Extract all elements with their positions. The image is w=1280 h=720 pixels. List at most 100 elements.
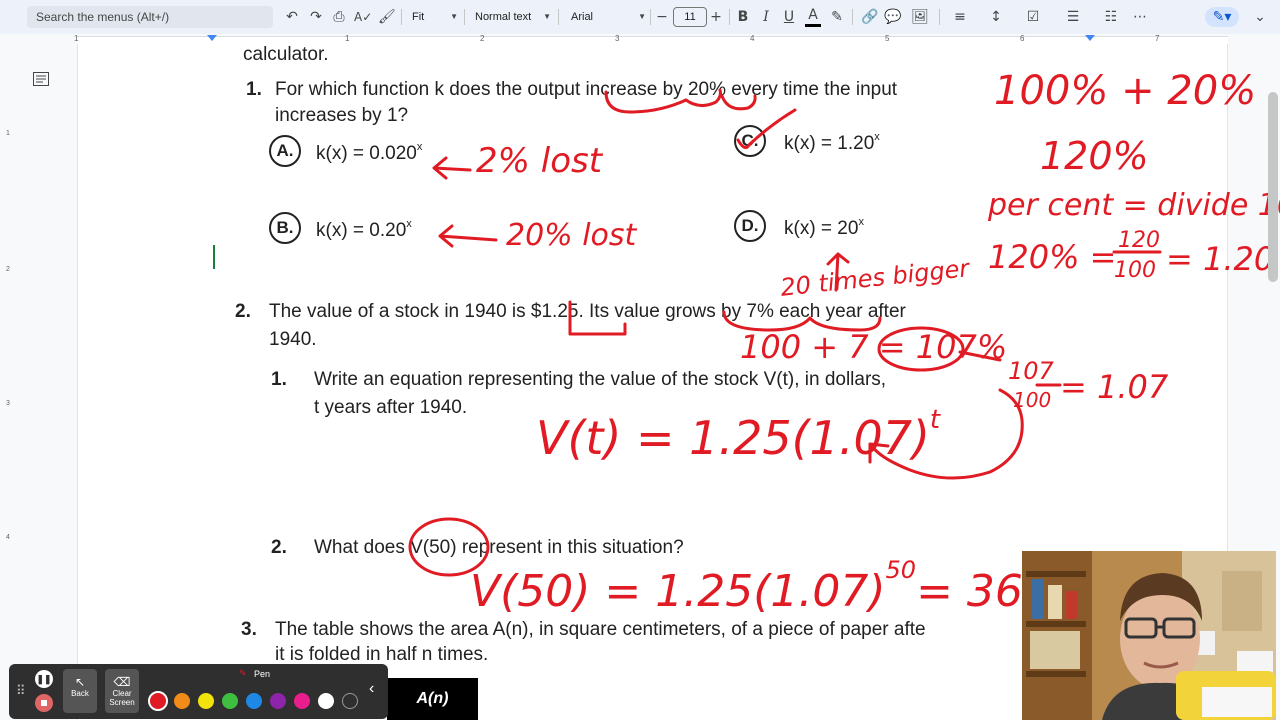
toolbar-divider <box>852 9 853 25</box>
clear-screen-label: Clear Screen <box>109 689 135 707</box>
right-indent-marker-icon[interactable] <box>1085 34 1095 44</box>
vruler-number: 2 <box>6 266 10 273</box>
choice-letter: A. <box>269 135 301 167</box>
comment-icon[interactable]: 💬 <box>884 7 901 27</box>
equation-text: V(t) = 1.25(1.07) <box>536 411 930 465</box>
formula-text: k(x) = 20 <box>784 218 859 239</box>
vruler-number: 3 <box>6 400 10 407</box>
text-cursor <box>213 245 215 269</box>
ruler-number: 6 <box>1020 34 1025 43</box>
color-swatch-white[interactable] <box>318 693 334 709</box>
question-number: 2. <box>235 301 251 322</box>
color-swatch-blue[interactable] <box>246 693 262 709</box>
toolbar-divider <box>939 9 940 25</box>
handwritten-fraction-numerator: 120 <box>1118 228 1160 253</box>
numbered-list-icon[interactable]: ☷ <box>1096 7 1126 27</box>
handwritten-note: 120% <box>1040 134 1149 178</box>
handwritten-fraction-denominator: 100 <box>1013 388 1052 412</box>
formula-text: k(x) = 0.20 <box>316 220 407 241</box>
paragraph-style-dropdown[interactable]: Normal text ▼ <box>475 7 551 27</box>
equation-exponent: 50 <box>885 556 917 584</box>
color-swatch-yellow[interactable] <box>198 693 214 709</box>
bulleted-list-icon[interactable]: ☰ <box>1058 7 1088 27</box>
hide-menus-icon[interactable]: ⌄ <box>1252 7 1268 27</box>
toolbar-divider <box>650 9 651 25</box>
ruler-number: 2 <box>480 34 485 43</box>
subpart-number: 2. <box>271 537 287 558</box>
screen: Search the menus (Alt+/) ↶ ↷ ⎙ A✓ 🖌 Fit ▼… <box>0 0 1280 720</box>
zoom-dropdown[interactable]: Fit ▼ <box>412 7 458 27</box>
vertical-ruler: 1 2 3 4 <box>0 44 18 720</box>
horizontal-ruler[interactable]: 1 1 2 3 4 5 6 7 <box>0 34 1280 44</box>
question-text: For which function k does the output inc… <box>275 79 898 100</box>
checklist-icon[interactable]: ☑ <box>1018 7 1048 27</box>
formula-text: k(x) = 1.20 <box>784 133 875 154</box>
ruler-number: 4 <box>750 34 755 43</box>
question-text: 1940. <box>269 329 317 350</box>
color-swatch-orange[interactable] <box>174 693 190 709</box>
choice-formula: k(x) = 0.20x <box>316 218 412 242</box>
link-icon[interactable]: 🔗 <box>861 7 878 27</box>
undo-icon[interactable]: ↶ <box>284 7 300 27</box>
choice-letter: D. <box>734 210 766 242</box>
intro-text: calculator. <box>243 44 329 65</box>
drag-handle-icon[interactable]: ⠿ <box>16 683 26 699</box>
italic-icon[interactable]: I <box>759 7 773 27</box>
chevron-down-icon: ▼ <box>543 12 551 21</box>
print-icon[interactable]: ⎙ <box>331 7 347 27</box>
line-spacing-icon[interactable]: ↕ <box>987 7 1005 27</box>
more-options-icon[interactable]: ⋯ <box>1133 7 1147 27</box>
choice-letter: B. <box>269 212 301 244</box>
underline-icon[interactable]: U <box>782 7 796 27</box>
scrollbar-thumb[interactable] <box>1268 92 1278 282</box>
choice-formula: k(x) = 0.020x <box>316 141 422 165</box>
paint-format-icon[interactable]: 🖌 <box>378 7 396 27</box>
toolbar-divider <box>464 9 465 25</box>
formula-exponent: x <box>406 218 412 230</box>
pause-recording-button[interactable]: ❚❚ <box>35 670 53 688</box>
insert-image-icon[interactable]: 🖼 <box>907 7 933 27</box>
document-outline-icon[interactable] <box>33 72 49 86</box>
highlight-icon[interactable]: ✎ <box>829 7 845 27</box>
align-icon[interactable]: ≡ <box>948 7 972 27</box>
font-size-input[interactable]: 11 <box>673 7 707 27</box>
handwritten-fraction-denominator: 100 <box>1114 258 1156 283</box>
docs-toolbar: Search the menus (Alt+/) ↶ ↷ ⎙ A✓ 🖌 Fit ▼… <box>0 0 1280 34</box>
editing-mode-icon[interactable]: ✎▾ <box>1205 7 1239 27</box>
eraser-icon: ⌫ <box>113 675 131 689</box>
screen-annotation-toolbar: ⠿ ❚❚ ↖ Back ⌫ Clear Screen ✎ Pen ‹ <box>9 664 388 719</box>
equation-exponent: t <box>929 405 941 435</box>
bold-icon[interactable]: B <box>736 7 750 27</box>
color-swatch-green[interactable] <box>222 693 238 709</box>
color-swatch-black[interactable] <box>342 693 358 709</box>
handwritten-note: = 1.20 <box>1166 240 1275 278</box>
subpart-text: Write an equation representing the value… <box>314 369 887 390</box>
color-swatch-purple[interactable] <box>270 693 286 709</box>
increase-font-size-button[interactable]: + <box>709 7 723 27</box>
back-button[interactable]: ↖ Back <box>63 669 97 713</box>
spellcheck-icon[interactable]: A✓ <box>354 7 372 27</box>
stop-recording-button[interactable] <box>35 694 53 712</box>
ruler-number: 1 <box>345 34 350 43</box>
handwritten-note: 100 + 7 = 107% <box>740 328 1008 366</box>
formula-exponent: x <box>858 216 864 228</box>
menu-search-input[interactable]: Search the menus (Alt+/) <box>27 6 273 28</box>
style-value: Normal text <box>475 11 532 23</box>
text-color-icon[interactable]: A <box>805 7 821 27</box>
font-dropdown[interactable]: Arial ▼ <box>571 7 646 27</box>
decrease-font-size-button[interactable]: − <box>655 7 669 27</box>
chevron-left-icon[interactable]: ‹ <box>369 680 374 698</box>
webcam-overlay <box>1022 551 1276 720</box>
table-header-cell: A(n) <box>387 678 478 720</box>
color-swatch-pink[interactable] <box>294 693 310 709</box>
ruler-number: 7 <box>1155 34 1160 43</box>
ruler-track <box>77 36 1228 44</box>
redo-icon[interactable]: ↷ <box>308 7 324 27</box>
indent-marker-icon[interactable] <box>207 34 217 44</box>
back-label: Back <box>71 689 89 698</box>
ruler-number: 3 <box>615 34 620 43</box>
vruler-number: 4 <box>6 534 10 541</box>
color-swatch-red[interactable] <box>148 691 168 711</box>
clear-screen-button[interactable]: ⌫ Clear Screen <box>105 669 139 713</box>
handwritten-note: 20% lost <box>506 218 637 253</box>
